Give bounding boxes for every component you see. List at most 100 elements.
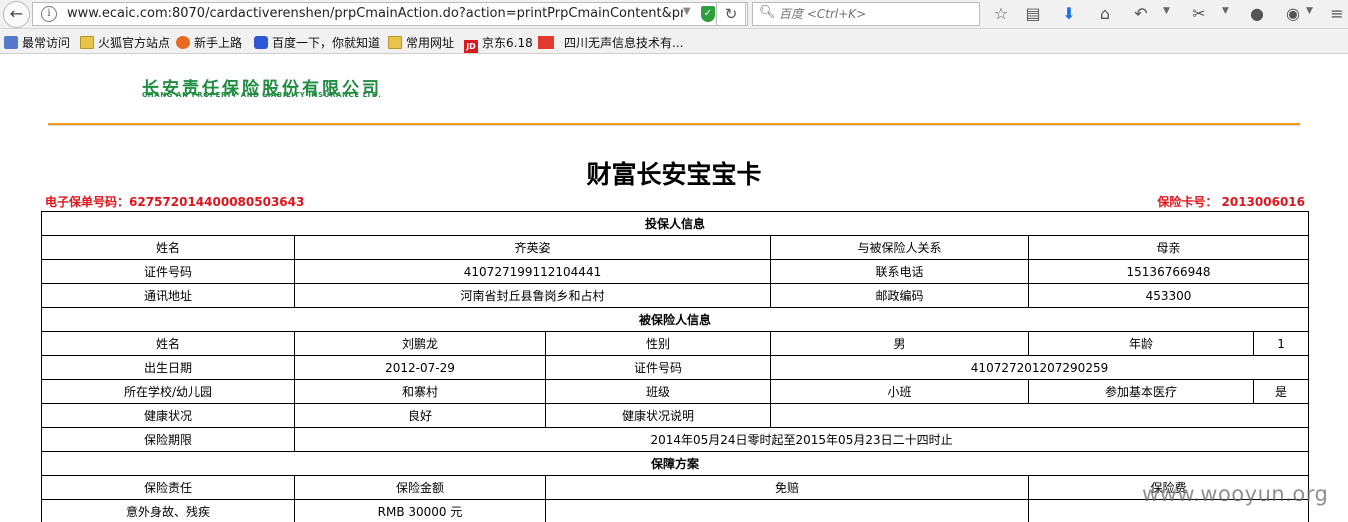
cell-value (545, 499, 1029, 522)
table-row: 保险期限 2014年05月24日零时起至2015年05月23日二十四时止 (41, 427, 1310, 452)
folder-icon (388, 36, 402, 49)
cell-value (769, 403, 1310, 428)
cell-value: 河南省封丘县鲁岗乡和占村 (294, 283, 771, 308)
baidu-paw-icon (254, 36, 268, 49)
cell-value: 2014年05月24日零时起至2015年05月23日二十四时止 (293, 427, 1310, 452)
folder-icon (80, 36, 94, 49)
cell-value: 男 (770, 331, 1029, 356)
search-icon: 🔍︎ (759, 5, 776, 20)
cell-label: 证件号码 (545, 355, 771, 380)
reading-list-icon[interactable]: ▤ (1022, 4, 1044, 26)
table-row: 姓名 齐英姿 与被保险人关系 母亲 (41, 235, 1310, 260)
url-dropdown-icon[interactable]: ▼ (683, 6, 691, 17)
url-text[interactable]: www.ecaic.com:8070/cardactiverenshen/prp… (67, 6, 683, 21)
menu-icon[interactable]: ≡ (1326, 4, 1348, 26)
bookmark-firefox-official[interactable]: 火狐官方站点 (80, 34, 170, 50)
bookmark-sichuan[interactable]: 四川无声信息技术有... (538, 34, 683, 50)
crop-dropdown-icon[interactable]: ▼ (1222, 6, 1229, 16)
table-row: 意外身故、残疾 RMB 30000 元 (41, 499, 1310, 522)
cell-label: 健康状况 (41, 403, 295, 428)
firefox-icon (176, 36, 190, 49)
download-icon[interactable]: ⬇ (1058, 4, 1080, 26)
table-row: 健康状况 良好 健康状况说明 (41, 403, 1310, 428)
cell-label: 邮政编码 (770, 283, 1029, 308)
back-arrow-icon[interactable]: ← (3, 1, 30, 28)
cell-label: 所在学校/幼儿园 (41, 379, 295, 404)
security-shield-icon[interactable]: ✓ (701, 6, 715, 22)
undo-dropdown-icon[interactable]: ▼ (1163, 6, 1170, 16)
applicant-section-row: 投保人信息 (40, 211, 1310, 236)
section-header: 被保险人信息 (40, 307, 1310, 332)
cell-value: 意外身故、残疾 (41, 499, 295, 522)
browser-navbar: ← i www.ecaic.com:8070/cardactiverenshen… (0, 0, 1348, 29)
plan-header-row: 保险责任 保险金额 免赔 保险费 (41, 475, 1310, 500)
chat-icon[interactable]: ● (1246, 4, 1268, 26)
crop-icon[interactable]: ✂ (1188, 4, 1210, 26)
cell-label: 出生日期 (41, 355, 295, 380)
jd-icon: JD (464, 40, 478, 53)
plan-section-row: 保障方案 (40, 451, 1310, 476)
watermark: www.wooyun.org (1142, 482, 1329, 506)
cell-value: 小班 (770, 379, 1029, 404)
undo-icon[interactable]: ↶ (1130, 4, 1152, 26)
bookmark-baidu[interactable]: 百度一下，你就知道 (254, 34, 380, 50)
address-bar[interactable]: i www.ecaic.com:8070/cardactiverenshen/p… (32, 2, 748, 26)
addon-icon[interactable]: ◉ (1282, 4, 1304, 26)
column-header: 保险金额 (294, 475, 546, 500)
table-row: 所在学校/幼儿园 和寨村 班级 小班 参加基本医疗 是 (41, 379, 1310, 404)
section-header: 投保人信息 (40, 211, 1310, 236)
cell-value: 齐英姿 (294, 235, 771, 260)
cell-label: 姓名 (41, 235, 295, 260)
bookmarks-bar: 最常访问 火狐官方站点 新手上路 百度一下，你就知道 常用网址 JD 京东6.18… (0, 29, 1348, 54)
cell-label: 参加基本医疗 (1028, 379, 1254, 404)
bookmark-icon (4, 36, 18, 49)
search-input[interactable] (779, 6, 969, 22)
company-name-en: CHANG AN PROPERTY AND LIABILITY INSURANC… (142, 91, 382, 99)
header-divider (48, 123, 1300, 126)
table-row: 出生日期 2012-07-29 证件号码 410727201207290259 (41, 355, 1310, 380)
cell-value: 1 (1252, 331, 1310, 356)
column-header: 免赔 (545, 475, 1029, 500)
home-icon[interactable]: ⌂ (1094, 4, 1116, 26)
table-row: 通讯地址 河南省封丘县鲁岗乡和占村 邮政编码 453300 (41, 283, 1310, 308)
cell-value: 2012-07-29 (294, 355, 546, 380)
column-header: 保险责任 (41, 475, 295, 500)
cell-value: 410727201207290259 (769, 355, 1310, 380)
insured-section-row: 被保险人信息 (40, 307, 1310, 332)
cell-label: 年龄 (1028, 331, 1254, 356)
cell-value: 是 (1252, 379, 1310, 404)
bookmark-jd[interactable]: JD 京东6.18 (464, 34, 533, 53)
company-logo: 长安责任保险股份有限公司 CHANG AN PROPERTY AND LIABI… (44, 74, 550, 99)
cell-value: 15136766948 (1027, 259, 1310, 284)
cell-value: 453300 (1027, 283, 1310, 308)
cell-value: 410727199112104441 (294, 259, 771, 284)
cell-value: 和寨村 (294, 379, 546, 404)
section-header: 保障方案 (40, 451, 1310, 476)
bookmark-star-icon[interactable]: ☆ (990, 4, 1012, 26)
cell-label: 与被保险人关系 (770, 235, 1029, 260)
cell-label: 性别 (545, 331, 771, 356)
cell-value: 良好 (294, 403, 546, 428)
bookmark-getting-started[interactable]: 新手上路 (176, 34, 242, 50)
table-row: 姓名 刘鹏龙 性别 男 年龄 1 (41, 331, 1310, 356)
policy-table: 投保人信息 姓名 齐英姿 与被保险人关系 母亲 证件号码 41072719911… (40, 211, 1310, 522)
cell-label: 证件号码 (41, 259, 295, 284)
search-box[interactable]: 🔍︎ (752, 2, 980, 26)
cell-label: 通讯地址 (41, 283, 295, 308)
cell-label: 班级 (545, 379, 771, 404)
cell-value: 刘鹏龙 (294, 331, 546, 356)
table-row: 证件号码 410727199112104441 联系电话 15136766948 (41, 259, 1310, 284)
cell-value: 母亲 (1027, 235, 1310, 260)
bookmark-common-sites[interactable]: 常用网址 (388, 34, 454, 50)
cell-value: RMB 30000 元 (294, 499, 546, 522)
site-info-icon[interactable]: i (41, 6, 57, 22)
bookmark-most-visited[interactable]: 最常访问 (4, 34, 70, 50)
cell-label: 联系电话 (770, 259, 1029, 284)
cell-label: 保险期限 (41, 427, 295, 452)
cell-label: 健康状况说明 (545, 403, 771, 428)
card-number: 保险卡号： 2013006016 (1157, 195, 1305, 209)
reload-icon[interactable]: ↻ (716, 2, 746, 26)
site-icon (538, 36, 554, 49)
policy-number: 电子保单号码：627572014400080503643 (45, 195, 305, 209)
addon-dropdown-icon[interactable]: ▼ (1306, 6, 1313, 16)
